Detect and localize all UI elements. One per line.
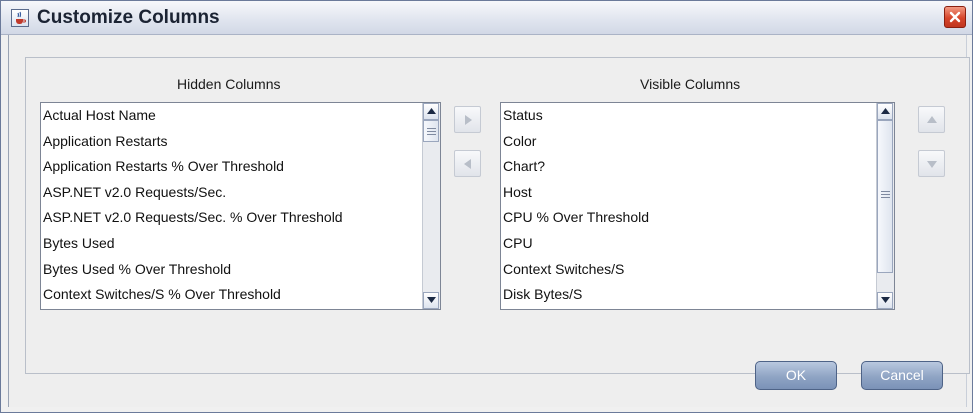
ok-button[interactable]: OK <box>755 361 837 390</box>
list-item[interactable]: CPU <box>501 231 877 257</box>
visible-scroll-thumb[interactable] <box>877 120 893 273</box>
move-up-button[interactable] <box>918 106 945 133</box>
java-cup-icon <box>11 9 29 27</box>
scroll-up-icon <box>427 108 436 114</box>
list-item[interactable]: Application Restarts <box>41 129 423 155</box>
scroll-down-icon <box>427 297 436 303</box>
visible-list-scrollbar[interactable] <box>876 103 894 309</box>
title-bar[interactable]: Customize Columns <box>1 1 972 35</box>
list-item[interactable]: Host <box>501 180 877 206</box>
arrow-down-icon <box>927 161 937 168</box>
visible-columns-header: Visible Columns <box>640 76 741 92</box>
scroll-down-icon <box>881 297 890 303</box>
scroll-up-icon <box>881 108 890 114</box>
close-icon <box>949 11 961 23</box>
hidden-scroll-down-button[interactable] <box>423 292 439 309</box>
list-item[interactable]: ASP.NET v2.0 Requests/Sec. <box>41 180 423 206</box>
close-button[interactable] <box>944 6 966 28</box>
list-item[interactable]: Color <box>501 129 877 155</box>
dialog-content: Hidden Columns Actual Host Name Applicati… <box>8 35 970 407</box>
customize-columns-dialog: Customize Columns Hidden Columns Actual … <box>0 0 973 413</box>
list-item[interactable]: Context Switches/S <box>501 257 877 283</box>
hidden-columns-header: Hidden Columns <box>177 76 281 92</box>
hidden-list-scrollbar[interactable] <box>422 103 440 309</box>
hidden-scroll-thumb[interactable] <box>423 120 439 142</box>
cancel-button[interactable]: Cancel <box>861 361 943 390</box>
columns-panel: Hidden Columns Actual Host Name Applicati… <box>25 57 970 374</box>
move-right-button[interactable] <box>454 106 481 133</box>
list-item[interactable]: Bytes Used % Over Threshold <box>41 257 423 283</box>
list-item[interactable]: CPU % Over Threshold <box>501 205 877 231</box>
list-item[interactable]: Application Restarts % Over Threshold <box>41 154 423 180</box>
list-item[interactable]: Status <box>501 103 877 129</box>
arrow-right-icon <box>465 115 472 125</box>
visible-columns-list[interactable]: Status Color Chart? Host CPU % Over Threshol… <box>500 102 895 310</box>
list-item[interactable]: Bytes Used <box>41 231 423 257</box>
move-left-button[interactable] <box>454 150 481 177</box>
list-item[interactable]: Disk Bytes/S <box>501 282 877 308</box>
hidden-scroll-up-button[interactable] <box>423 103 439 120</box>
list-item[interactable]: Chart? <box>501 154 877 180</box>
dialog-title: Customize Columns <box>37 7 220 28</box>
move-down-button[interactable] <box>918 150 945 177</box>
visible-scroll-up-button[interactable] <box>877 103 893 120</box>
hidden-columns-list[interactable]: Actual Host Name Application Restarts Appl… <box>40 102 441 310</box>
arrow-up-icon <box>927 116 937 123</box>
visible-scroll-down-button[interactable] <box>877 292 893 309</box>
list-item[interactable]: Actual Host Name <box>41 103 423 129</box>
arrow-left-icon <box>464 159 471 169</box>
list-item[interactable]: Context Switches/S % Over Threshold <box>41 282 423 308</box>
list-item[interactable]: ASP.NET v2.0 Requests/Sec. % Over Thresh… <box>41 205 423 231</box>
